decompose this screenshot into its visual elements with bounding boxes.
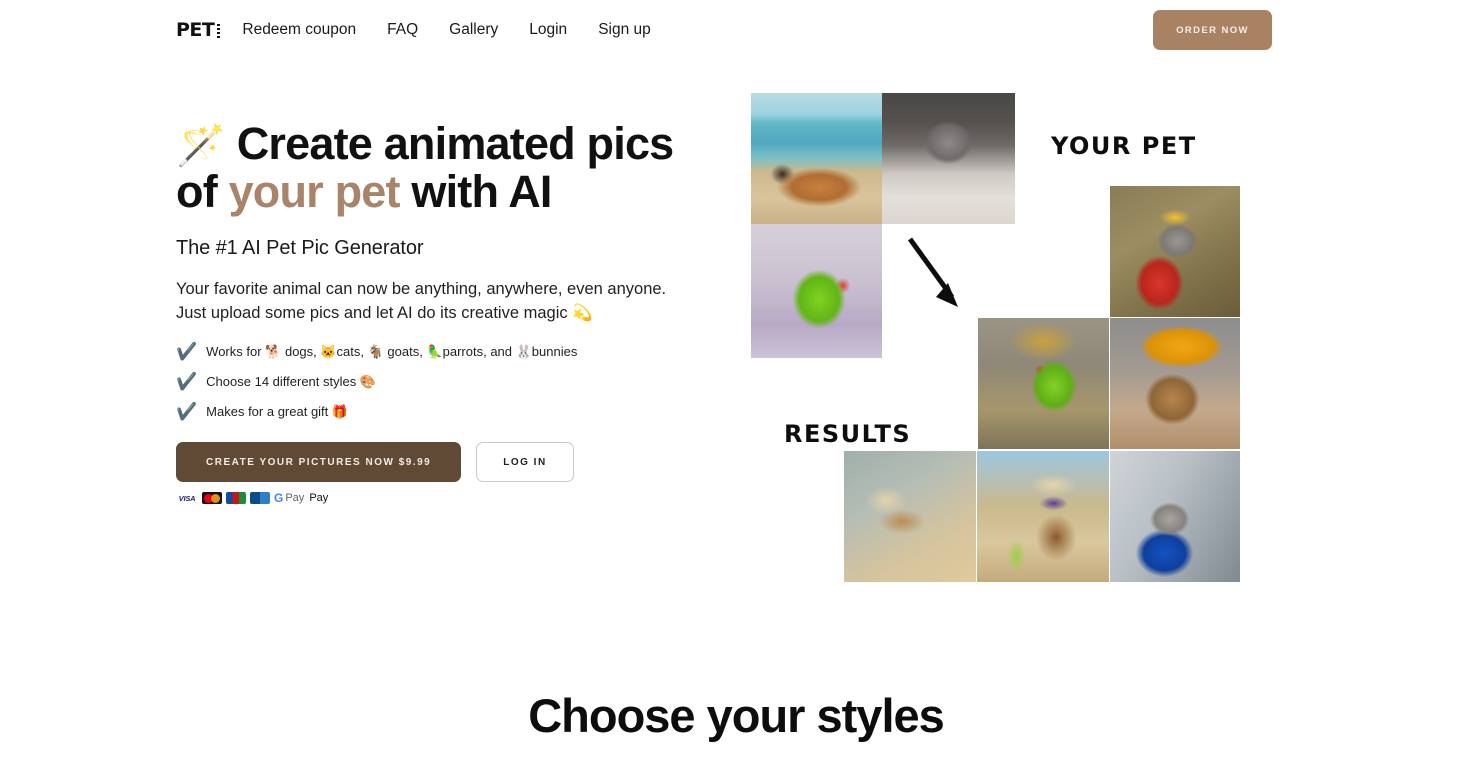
list-item: ✔️ Choose 14 different styles 🎨 — [176, 373, 696, 390]
nav-link-redeem-coupon[interactable]: Redeem coupon — [242, 21, 356, 39]
unionpay-icon — [250, 492, 270, 505]
check-mark-icon: ✔️ — [176, 342, 198, 362]
photo-parrot-fantasy — [978, 318, 1109, 449]
cta-button-row: CREATE YOUR PICTURES NOW $9.99 LOG IN — [176, 442, 696, 483]
apple-pay-icon: Pay — [308, 492, 328, 504]
headline-part-2: with AI — [411, 165, 552, 217]
list-item-label: Makes for a great gift 🎁 — [206, 403, 349, 419]
styles-section-title: Choose your styles — [528, 689, 945, 742]
top-navigation-bar: PET Redeem coupon FAQ Gallery Login Sign… — [0, 0, 1472, 60]
list-item-label: Works for 🐕 dogs, 🐱cats, 🐐 goats, 🦜parro… — [206, 343, 578, 359]
feature-list: ✔️ Works for 🐕 dogs, 🐱cats, 🐐 goats, 🦜pa… — [176, 343, 696, 420]
check-mark-icon: ✔️ — [176, 372, 198, 392]
arrow-down-right-icon — [907, 237, 958, 307]
photo-winged-flying-dog — [844, 451, 976, 582]
photo-grey-cat-on-rug — [882, 93, 1015, 224]
logo-dots-icon — [217, 23, 221, 38]
logo-text: PET — [176, 19, 215, 41]
visa-icon: VISA — [176, 492, 198, 505]
mastercard-icon — [202, 492, 222, 505]
headline-accent: your pet — [228, 165, 401, 217]
payment-methods: VISA G Pay Pay — [176, 491, 696, 505]
photo-green-parrot — [751, 224, 882, 358]
choose-styles-section: Choose your styles After purchase, we'll… — [0, 600, 1472, 768]
page-title: 🪄 Create animated pics of your pet with … — [176, 120, 696, 215]
apple-pay-label: Pay — [309, 492, 329, 505]
hero-collage: YOUR PET RESULTS — [751, 90, 1272, 600]
list-item: ✔️ Works for 🐕 dogs, 🐱cats, 🐐 goats, 🦜pa… — [176, 343, 696, 360]
nav-link-login[interactable]: Login — [529, 21, 567, 39]
log-in-button[interactable]: LOG IN — [476, 442, 574, 483]
photo-astronaut-cat — [1110, 451, 1240, 582]
nav-link-gallery[interactable]: Gallery — [449, 21, 498, 39]
google-pay-icon: G Pay — [274, 491, 305, 506]
nav-link-faq[interactable]: FAQ — [387, 21, 418, 39]
check-mark-icon: ✔️ — [176, 402, 198, 422]
hero-subheading: The #1 AI Pet Pic Generator — [176, 237, 424, 260]
hero-copy-column: 🪄 Create animated pics of your pet with … — [176, 90, 696, 600]
nav-links: Redeem coupon FAQ Gallery Login Sign up — [242, 21, 650, 39]
jcb-icon — [226, 492, 246, 505]
label-results: RESULTS — [784, 420, 912, 448]
site-logo[interactable]: PET — [176, 19, 221, 41]
hero-section: 🪄 Create animated pics of your pet with … — [0, 60, 1472, 600]
hero-description: Your favorite animal can now be anything… — [176, 280, 667, 322]
google-pay-label: Pay — [285, 492, 305, 505]
list-item: ✔️ Makes for a great gift 🎁 — [176, 403, 696, 420]
photo-dog-on-beach — [751, 93, 882, 224]
magic-wand-icon: 🪄 — [176, 124, 226, 168]
list-item-label: Choose 14 different styles 🎨 — [206, 373, 377, 389]
photo-cat-king-with-crown — [1110, 186, 1240, 317]
photo-dog-with-yellow-beret — [1110, 318, 1240, 449]
label-your-pet: YOUR PET — [1051, 132, 1197, 160]
nav-link-sign-up[interactable]: Sign up — [598, 21, 651, 39]
order-now-button[interactable]: ORDER NOW — [1153, 10, 1272, 50]
photo-dog-with-hat-sunglasses — [977, 451, 1109, 582]
create-pictures-button[interactable]: CREATE YOUR PICTURES NOW $9.99 — [176, 442, 462, 483]
